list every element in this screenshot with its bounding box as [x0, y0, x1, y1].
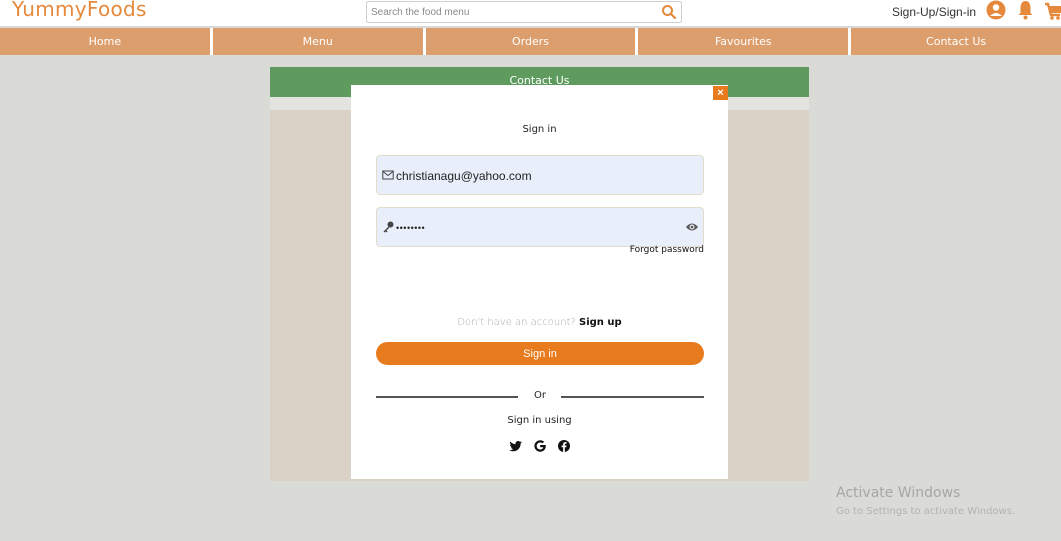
nav-menu[interactable]: Menu	[212, 28, 426, 55]
password-input[interactable]	[396, 219, 676, 237]
search-input[interactable]	[371, 4, 651, 20]
user-icon[interactable]	[986, 0, 1006, 20]
divider-right	[561, 396, 704, 398]
close-button[interactable]: ×	[713, 86, 728, 100]
facebook-icon[interactable]	[557, 439, 571, 453]
modal-title: Sign in	[522, 124, 557, 135]
nav-contact-us[interactable]: Contact Us	[851, 28, 1061, 55]
top-header: YummyFoods Sign-Up/Sign-in	[0, 0, 1061, 27]
nav-favourites[interactable]: Favourites	[638, 28, 852, 55]
search-bar[interactable]	[366, 1, 682, 23]
main-nav: Home Menu Orders Favourites Contact Us	[0, 28, 1061, 55]
signup-link[interactable]: Sign up	[579, 317, 622, 328]
or-label: Or	[534, 390, 546, 401]
sign-in-using-label: Sign in using	[507, 415, 572, 426]
signup-signin-link[interactable]: Sign-Up/Sign-in	[892, 5, 976, 19]
google-icon[interactable]	[533, 439, 547, 453]
email-field[interactable]	[376, 155, 704, 195]
logo[interactable]: YummyFoods	[12, 0, 147, 21]
forgot-password-link[interactable]: Forgot password	[600, 245, 704, 255]
search-icon[interactable]	[661, 4, 677, 20]
signin-button[interactable]: Sign in	[376, 342, 704, 365]
nav-orders[interactable]: Orders	[425, 28, 639, 55]
envelope-icon	[382, 170, 394, 180]
nav-home[interactable]: Home	[0, 28, 213, 55]
eye-icon[interactable]	[685, 221, 699, 233]
signup-prompt: Don't have an account?	[457, 317, 576, 328]
email-input[interactable]	[396, 167, 676, 185]
twitter-icon[interactable]	[509, 439, 523, 453]
bell-icon[interactable]	[1017, 0, 1034, 20]
windows-watermark-subtitle: Go to Settings to activate Windows.	[836, 506, 1016, 517]
signup-line: Don't have an account? Sign up	[351, 317, 728, 328]
windows-watermark-title: Activate Windows	[836, 485, 961, 501]
divider-left	[376, 396, 518, 398]
cart-icon[interactable]	[1044, 1, 1061, 21]
password-field[interactable]	[376, 207, 704, 247]
key-icon	[383, 221, 394, 233]
